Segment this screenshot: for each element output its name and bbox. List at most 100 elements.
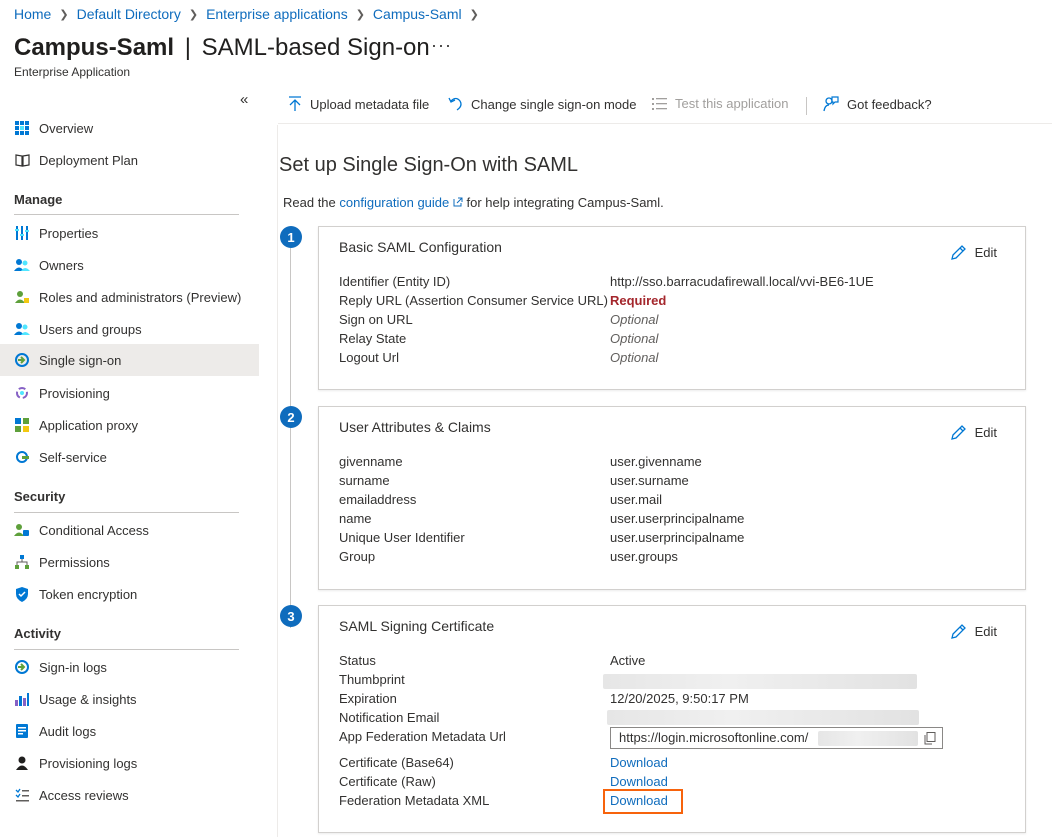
overview-icon	[14, 120, 30, 136]
pencil-icon	[950, 245, 966, 260]
section-manage: Manage	[14, 192, 63, 207]
sidebar-item-label: Deployment Plan	[39, 152, 138, 168]
breadcrumb: Home ❯ Default Directory ❯ Enterprise ap…	[14, 6, 487, 22]
claim-value: user.surname	[610, 473, 689, 488]
sidebar-item-single-sign-on[interactable]: Single sign-on	[0, 344, 259, 376]
field-label: Status	[339, 653, 376, 668]
breadcrumb-campus-saml[interactable]: Campus-Saml	[373, 6, 462, 22]
breadcrumb-home[interactable]: Home	[14, 6, 51, 22]
page-subtitle: Enterprise Application	[14, 65, 131, 79]
sidebar-item-self-service[interactable]: Self-service	[0, 441, 259, 473]
field-label: Thumbprint	[339, 672, 405, 687]
card-title: User Attributes & Claims	[339, 419, 491, 435]
field-label: Notification Email	[339, 710, 440, 725]
feedback-button[interactable]: Got feedback?	[823, 96, 932, 112]
toolbar-separator	[806, 97, 807, 115]
chevron-right-icon: ❯	[188, 8, 199, 21]
field-value: http://sso.barracudafirewall.local/vvi-B…	[610, 274, 874, 289]
field-value: Optional	[610, 331, 659, 346]
sidebar-item-label: Audit logs	[39, 723, 97, 739]
external-link-icon	[453, 195, 463, 210]
breadcrumb-default-directory[interactable]: Default Directory	[77, 6, 181, 22]
download-raw-link[interactable]: Download	[610, 774, 668, 789]
conditional-access-icon	[14, 522, 30, 538]
sidebar-item-label: Owners	[39, 257, 84, 273]
app-name: Campus-Saml	[14, 34, 175, 61]
edit-certificate-button[interactable]: Edit	[950, 623, 997, 640]
test-application-button[interactable]: Test this application	[652, 96, 788, 111]
sidebar-item-sign-in-logs[interactable]: Sign-in logs	[0, 651, 259, 683]
edit-attributes-button[interactable]: Edit	[950, 424, 997, 441]
edit-basic-saml-button[interactable]: Edit	[950, 244, 997, 261]
sidebar-item-usage-insights[interactable]: Usage & insights	[0, 683, 259, 715]
field-label: Relay State	[339, 331, 407, 346]
person-icon	[14, 755, 30, 771]
edit-label: Edit	[974, 425, 997, 440]
sidebar-item-application-proxy[interactable]: Application proxy	[0, 409, 259, 441]
metadata-url-field[interactable]: https://login.microsoftonline.com/	[610, 727, 943, 749]
copy-icon[interactable]	[924, 731, 936, 748]
configuration-guide-link[interactable]: configuration guide	[339, 195, 449, 210]
sidebar-item-label: Usage & insights	[39, 691, 137, 707]
sidebar-item-label: Conditional Access	[39, 522, 149, 538]
expiration-value: 12/20/2025, 9:50:17 PM	[610, 691, 749, 706]
sidebar-item-access-reviews[interactable]: Access reviews	[0, 779, 259, 811]
change-sso-mode-label: Change single sign-on mode	[471, 96, 637, 112]
sidebar-item-token-encryption[interactable]: Token encryption	[0, 578, 259, 610]
sidebar-item-audit-logs[interactable]: Audit logs	[0, 715, 259, 747]
provisioning-icon	[14, 385, 30, 401]
sidebar: « Overview Deployment Plan Manage Proper…	[0, 88, 259, 837]
upload-metadata-button[interactable]: Upload metadata file	[288, 96, 429, 112]
sidebar-item-provisioning[interactable]: Provisioning	[0, 377, 259, 409]
shield-icon	[14, 586, 30, 602]
claim-name: Unique User Identifier	[339, 530, 465, 545]
sidebar-item-owners[interactable]: Owners	[0, 249, 259, 281]
claim-value: user.givenname	[610, 454, 702, 469]
section-security: Security	[14, 489, 66, 504]
sidebar-item-deployment-plan[interactable]: Deployment Plan	[0, 144, 259, 176]
sidebar-item-properties[interactable]: Properties	[0, 217, 259, 249]
metadata-url-value: https://login.microsoftonline.com/	[619, 730, 809, 745]
feedback-icon	[823, 96, 839, 112]
sidebar-item-conditional-access[interactable]: Conditional Access	[0, 514, 259, 546]
claim-name: givenname	[339, 454, 403, 469]
claim-value: user.userprincipalname	[610, 530, 745, 545]
list-icon	[14, 787, 30, 803]
sidebar-item-label: Sign-in logs	[39, 659, 107, 675]
field-label: App Federation Metadata Url	[339, 729, 506, 744]
sidebar-item-label: Access reviews	[39, 787, 129, 803]
divider	[14, 214, 239, 215]
book-icon	[14, 152, 30, 168]
download-base64-link[interactable]: Download	[610, 755, 668, 770]
basic-saml-configuration-card: Basic SAML Configuration Edit Identifier…	[318, 226, 1026, 390]
saml-signing-certificate-card: SAML Signing Certificate Edit Status Acti…	[318, 605, 1026, 833]
more-options-icon[interactable]: ···	[431, 35, 452, 56]
sidebar-item-overview[interactable]: Overview	[0, 112, 259, 144]
upload-icon	[288, 96, 302, 112]
collapse-sidebar-icon[interactable]: «	[240, 91, 248, 108]
sidebar-item-provisioning-logs[interactable]: Provisioning logs	[0, 747, 259, 779]
field-label: Logout Url	[339, 350, 399, 365]
sidebar-item-permissions[interactable]: Permissions	[0, 546, 259, 578]
field-label: Reply URL (Assertion Consumer Service UR…	[339, 293, 608, 308]
breadcrumb-enterprise-applications[interactable]: Enterprise applications	[206, 6, 348, 22]
claim-value: user.groups	[610, 549, 678, 564]
redacted-email	[607, 710, 919, 725]
sidebar-item-label: Permissions	[39, 554, 110, 570]
change-sso-mode-button[interactable]: Change single sign-on mode	[448, 96, 637, 112]
intro-prefix: Read the	[283, 195, 336, 210]
download-federation-xml-link[interactable]: Download	[610, 793, 668, 808]
sidebar-item-roles[interactable]: Roles and administrators (Preview)	[0, 281, 259, 313]
intro-suffix: for help integrating Campus-Saml.	[466, 195, 664, 210]
redacted-thumbprint	[603, 674, 917, 689]
sidebar-item-users-and-groups[interactable]: Users and groups	[0, 313, 259, 345]
step-badge-1: 1	[280, 226, 302, 248]
undo-icon	[448, 96, 463, 112]
divider	[14, 649, 239, 650]
audit-icon	[14, 723, 30, 739]
feedback-label: Got feedback?	[847, 96, 932, 112]
intro-text: Read the configuration guide for help in…	[283, 195, 664, 210]
step-connector	[290, 248, 291, 628]
status-value: Active	[610, 653, 646, 668]
user-attributes-claims-card: User Attributes & Claims Edit givenname u…	[318, 406, 1026, 590]
